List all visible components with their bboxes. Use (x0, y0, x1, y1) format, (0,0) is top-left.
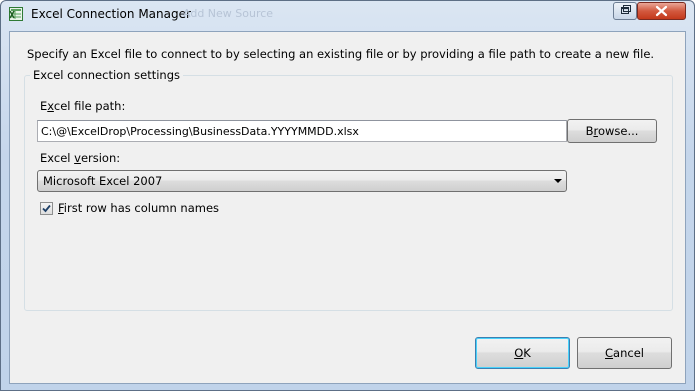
version-label-pre: Excel (40, 151, 75, 165)
excel-version-label: Excel version: (40, 151, 120, 165)
browse-button[interactable]: Browse... (567, 119, 657, 143)
title-bar[interactable]: Excel Connection Manager Add New Source (1, 1, 694, 29)
excel-icon (9, 7, 23, 21)
first-row-column-names-label[interactable]: First row has column names (58, 201, 219, 215)
first-row-column-names-checkbox[interactable] (40, 202, 53, 215)
first-row-label-post: irst row has column names (63, 201, 220, 215)
close-icon (655, 5, 668, 17)
file-path-input[interactable] (37, 120, 567, 142)
restore-icon (621, 5, 631, 14)
close-button[interactable] (637, 2, 686, 20)
cancel-label-post: ancel (613, 346, 644, 360)
instruction-text: Specify an Excel file to connect to by s… (27, 47, 655, 61)
restore-button[interactable] (613, 2, 637, 20)
version-label-access-key: v (74, 151, 81, 165)
window-title: Excel Connection Manager (31, 7, 191, 21)
ok-label-post: K (523, 346, 531, 360)
excel-version-select[interactable]: Microsoft Excel 2007 (37, 170, 567, 192)
dropdown-arrow-icon (554, 179, 562, 183)
group-title: Excel connection settings (30, 68, 183, 82)
file-path-label: Excel file path: (40, 99, 125, 113)
version-label-post: ersion: (80, 151, 121, 165)
dialog-client-area: Specify an Excel file to connect to by s… (9, 31, 686, 384)
cancel-button[interactable]: Cancel (577, 337, 672, 369)
file-path-label-access-key: x (47, 99, 54, 113)
browse-label-post: owse... (597, 124, 639, 138)
ok-label-access-key: O (514, 346, 524, 360)
checkmark-icon (42, 204, 51, 213)
file-path-label-post: cel file path: (53, 99, 126, 113)
cancel-label-access-key: C (605, 346, 614, 360)
ok-button[interactable]: OK (475, 337, 570, 369)
excel-version-selected: Microsoft Excel 2007 (43, 174, 163, 188)
background-window-title: Add New Source (183, 7, 274, 20)
dialog-window: Excel Connection Manager Add New Source … (0, 0, 695, 391)
